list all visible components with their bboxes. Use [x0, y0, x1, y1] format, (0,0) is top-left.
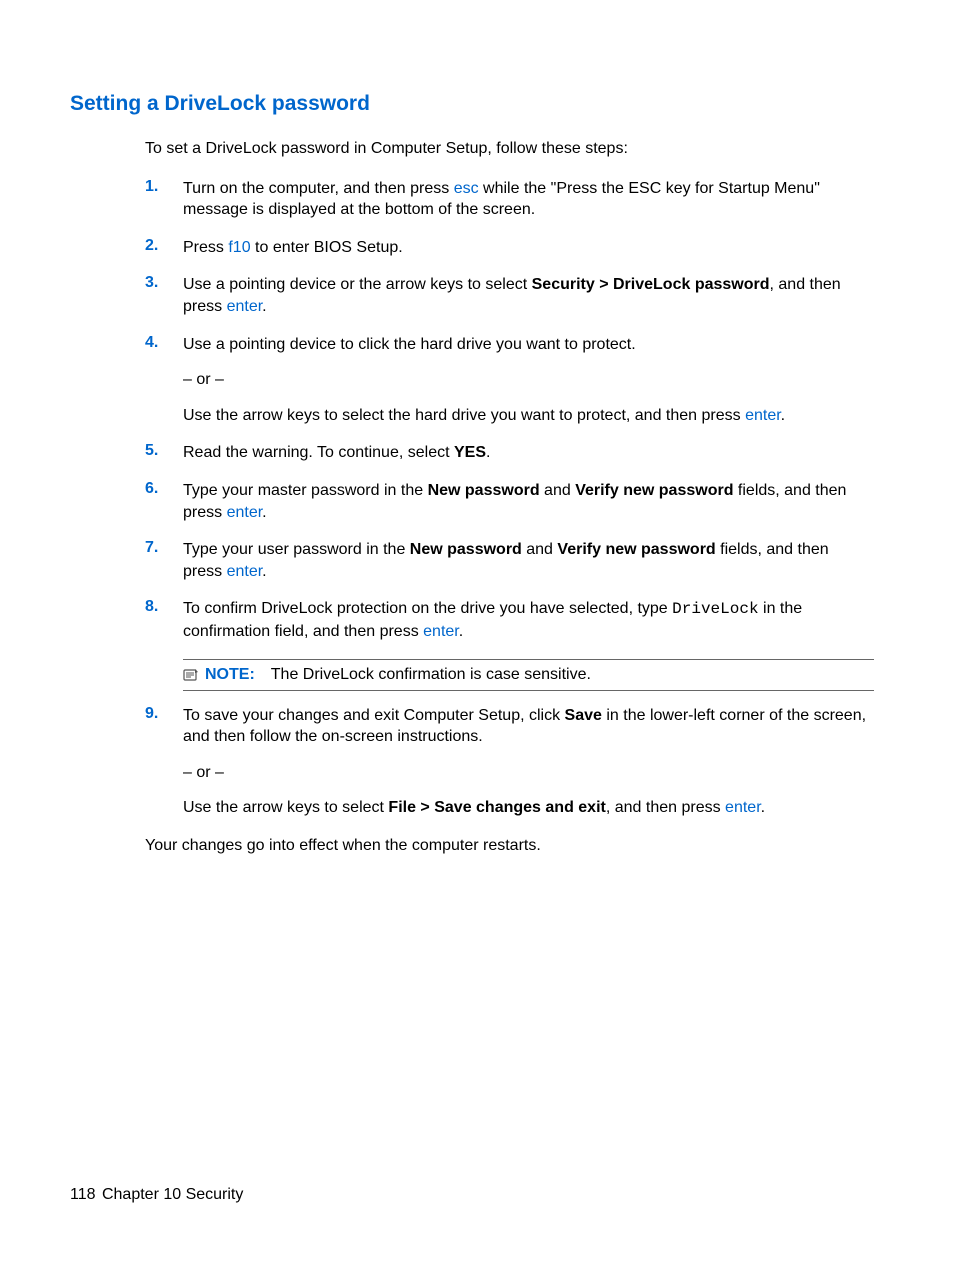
step-paragraph: – or – [183, 369, 870, 391]
text-run: New password [428, 482, 540, 499]
step-paragraph: To confirm DriveLock protection on the d… [183, 598, 870, 642]
step-paragraph: – or – [183, 762, 870, 784]
step-body: Use a pointing device to click the hard … [183, 334, 870, 427]
step-number: 1. [145, 178, 183, 196]
step: 3.Use a pointing device or the arrow key… [145, 274, 874, 317]
step-paragraph: Use a pointing device to click the hard … [183, 334, 870, 356]
step-paragraph: Press f10 to enter BIOS Setup. [183, 237, 870, 259]
text-run: Save [565, 707, 602, 724]
step-number: 3. [145, 274, 183, 292]
text-run: enter [227, 504, 263, 521]
section-heading: Setting a DriveLock password [70, 92, 874, 116]
page-footer: 118 Chapter 10 Security [70, 1186, 243, 1204]
text-run: enter [227, 298, 263, 315]
note-label: NOTE: [205, 666, 255, 684]
note-icon [183, 668, 199, 682]
note-box: NOTE: The DriveLock confirmation is case … [183, 659, 874, 691]
text-run: enter [725, 799, 761, 816]
text-run: Read the warning. To continue, select [183, 444, 454, 461]
step: 5.Read the warning. To continue, select … [145, 442, 874, 464]
chapter-label: Chapter 10 Security [102, 1186, 243, 1203]
text-run: . [459, 623, 463, 640]
text-run: esc [454, 180, 479, 197]
step-paragraph: Type your master password in the New pas… [183, 480, 870, 523]
step-body: To confirm DriveLock protection on the d… [183, 598, 870, 642]
step: 7.Type your user password in the New pas… [145, 539, 874, 582]
text-run: enter [227, 563, 263, 580]
text-run: YES [454, 444, 486, 461]
step-paragraph: Use a pointing device or the arrow keys … [183, 274, 870, 317]
step: 9.To save your changes and exit Computer… [145, 705, 874, 819]
step-number: 6. [145, 480, 183, 498]
text-run: . [262, 298, 266, 315]
text-run: – or – [183, 764, 224, 781]
step-body: Turn on the computer, and then press esc… [183, 178, 870, 221]
step-body: Read the warning. To continue, select YE… [183, 442, 870, 464]
step-paragraph: Read the warning. To continue, select YE… [183, 442, 870, 464]
page-number: 118 [70, 1186, 96, 1203]
text-run: and [540, 482, 576, 499]
text-run: Use a pointing device or the arrow keys … [183, 276, 532, 293]
step-number: 9. [145, 705, 183, 723]
text-run: To save your changes and exit Computer S… [183, 707, 565, 724]
text-run: . [486, 444, 490, 461]
step-body: To save your changes and exit Computer S… [183, 705, 870, 819]
text-run: enter [745, 407, 781, 424]
text-run: File > Save changes and exit [388, 799, 605, 816]
step-paragraph: Type your user password in the New passw… [183, 539, 870, 582]
step-body: Press f10 to enter BIOS Setup. [183, 237, 870, 259]
step-body: Type your user password in the New passw… [183, 539, 870, 582]
intro-paragraph: To set a DriveLock password in Computer … [145, 138, 874, 160]
text-run: enter [423, 623, 459, 640]
step-number: 8. [145, 598, 183, 616]
step: 4.Use a pointing device to click the har… [145, 334, 874, 427]
step-body: Type your master password in the New pas… [183, 480, 870, 523]
text-run: . [262, 563, 266, 580]
step-paragraph: Turn on the computer, and then press esc… [183, 178, 870, 221]
text-run: Type your user password in the [183, 541, 410, 558]
step-paragraph: Use the arrow keys to select File > Save… [183, 797, 870, 819]
step-body: Use a pointing device or the arrow keys … [183, 274, 870, 317]
text-run: Press [183, 239, 228, 256]
text-run: , and then press [606, 799, 725, 816]
text-run: and [522, 541, 558, 558]
text-run: Verify new password [557, 541, 715, 558]
text-run: to enter BIOS Setup. [251, 239, 403, 256]
text-run: . [761, 799, 765, 816]
step: 1.Turn on the computer, and then press e… [145, 178, 874, 221]
ordered-steps: 1.Turn on the computer, and then press e… [145, 178, 874, 819]
note-text: The DriveLock confirmation is case sensi… [271, 666, 591, 684]
closing-paragraph: Your changes go into effect when the com… [145, 835, 874, 857]
text-run: Type your master password in the [183, 482, 428, 499]
step: 8.To confirm DriveLock protection on the… [145, 598, 874, 642]
text-run: f10 [228, 239, 250, 256]
text-run: Use the arrow keys to select the hard dr… [183, 407, 745, 424]
step: 2.Press f10 to enter BIOS Setup. [145, 237, 874, 259]
text-run: Use the arrow keys to select [183, 799, 388, 816]
step-number: 4. [145, 334, 183, 352]
text-run: DriveLock [672, 600, 758, 618]
text-run: To confirm DriveLock protection on the d… [183, 600, 672, 617]
step: 6.Type your master password in the New p… [145, 480, 874, 523]
text-run: Use a pointing device to click the hard … [183, 336, 636, 353]
step-paragraph: To save your changes and exit Computer S… [183, 705, 870, 748]
step-number: 2. [145, 237, 183, 255]
text-run: Verify new password [575, 482, 733, 499]
text-run: Turn on the computer, and then press [183, 180, 454, 197]
text-run: . [781, 407, 785, 424]
text-run: New password [410, 541, 522, 558]
step-number: 5. [145, 442, 183, 460]
text-run: . [262, 504, 266, 521]
text-run: – or – [183, 371, 224, 388]
document-page: Setting a DriveLock password To set a Dr… [0, 0, 954, 1270]
step-number: 7. [145, 539, 183, 557]
text-run: Security > DriveLock password [532, 276, 770, 293]
step-paragraph: Use the arrow keys to select the hard dr… [183, 405, 870, 427]
